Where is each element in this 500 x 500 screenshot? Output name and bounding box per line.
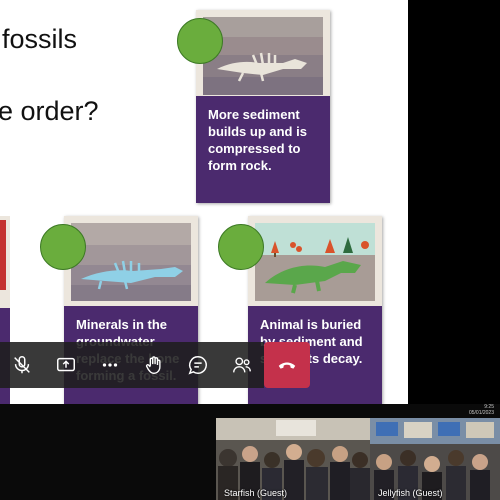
raise-hand-icon[interactable] — [132, 342, 176, 388]
mic-off-icon[interactable] — [0, 342, 44, 388]
share-screen-icon[interactable] — [44, 342, 88, 388]
fossil-rock-illustration — [203, 17, 323, 95]
system-clock: 9:25 05/01/2023 — [469, 404, 494, 416]
mineral-fossil-illustration — [71, 223, 191, 301]
buried-dinosaur-illustration — [255, 223, 375, 301]
slide-title-line-2: e order? — [0, 96, 99, 126]
participant-name: Starfish (Guest) — [224, 488, 288, 498]
side-panel-black — [408, 0, 500, 404]
card-red-scene — [0, 220, 6, 290]
answer-dot[interactable] — [40, 224, 86, 270]
participants-icon[interactable] — [220, 342, 264, 388]
hang-up-button[interactable] — [264, 342, 310, 388]
card-caption: More sediment builds up and is compresse… — [196, 96, 330, 203]
more-options-icon[interactable] — [88, 342, 132, 388]
answer-dot[interactable] — [218, 224, 264, 270]
meeting-control-bar — [0, 342, 310, 388]
clock-date: 05/01/2023 — [468, 410, 494, 416]
presentation-slide: fossils e order? More sediment builds up… — [0, 0, 408, 404]
chat-icon[interactable] — [176, 342, 220, 388]
hang-up-icon — [278, 362, 296, 369]
slide-title-line-1: fossils — [2, 24, 78, 54]
answer-dot[interactable] — [177, 18, 223, 64]
participant-video-jellyfish[interactable]: Jellyfish (Guest) — [370, 418, 500, 500]
participant-name: Jellyfish (Guest) — [378, 488, 443, 498]
participant-video-starfish[interactable]: Starfish (Guest) — [216, 418, 370, 500]
